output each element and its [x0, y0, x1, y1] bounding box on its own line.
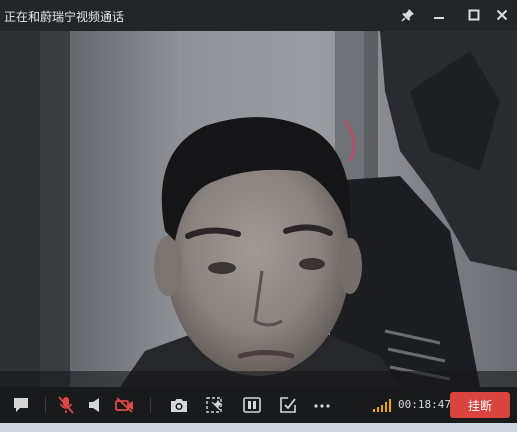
- minimize-icon[interactable]: [429, 6, 449, 24]
- share-icon[interactable]: [277, 395, 299, 415]
- remote-video-feed: [0, 31, 517, 387]
- pin-icon[interactable]: [398, 6, 418, 24]
- snapshot-icon[interactable]: [168, 395, 190, 415]
- toolbar-divider: [45, 397, 46, 413]
- hangup-button[interactable]: 挂断: [450, 392, 510, 418]
- more-icon[interactable]: [311, 395, 333, 415]
- window-title: 正在和蔚瑞宁视频通话: [4, 10, 125, 24]
- signal-bars-icon: [371, 395, 393, 415]
- camera-off-icon[interactable]: [114, 395, 136, 415]
- video-call-window: 正在和蔚瑞宁视频通话 00:18:47 挂断: [0, 0, 517, 432]
- close-icon[interactable]: [492, 6, 512, 24]
- title-bar: 正在和蔚瑞宁视频通话: [0, 0, 517, 31]
- speaker-icon[interactable]: [84, 395, 106, 415]
- effects-icon[interactable]: [204, 395, 226, 415]
- layout-icon[interactable]: [241, 395, 263, 415]
- maximize-icon[interactable]: [464, 6, 484, 24]
- chat-icon[interactable]: [10, 395, 32, 415]
- toolbar-divider: [150, 397, 151, 413]
- call-toolbar: 00:18:47 挂断: [0, 387, 517, 423]
- call-timer: 00:18:47: [398, 398, 451, 411]
- mic-muted-icon[interactable]: [55, 395, 77, 415]
- desktop-strip: [0, 423, 517, 432]
